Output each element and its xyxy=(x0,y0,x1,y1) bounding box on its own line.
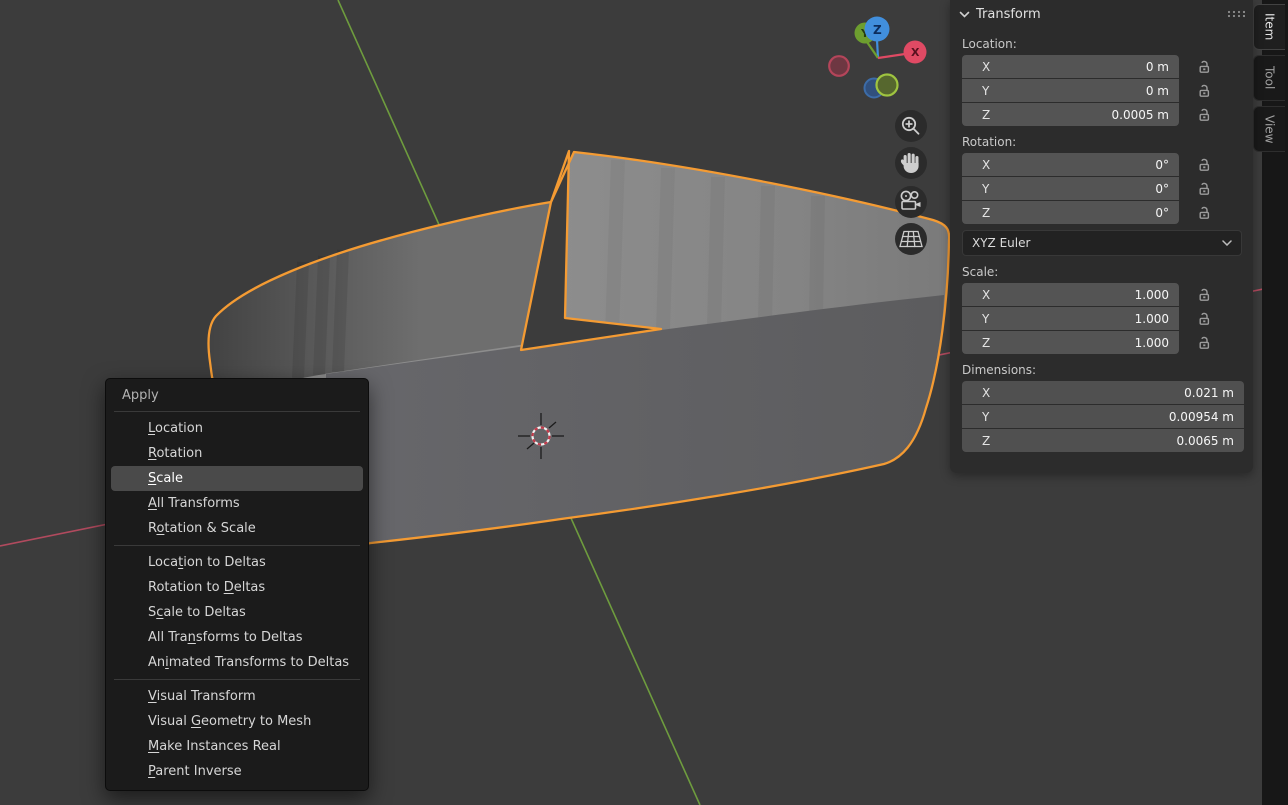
navigation-gizmo[interactable]: Y Z X xyxy=(829,17,926,98)
svg-text:X: X xyxy=(911,46,920,59)
menu-separator xyxy=(114,679,360,680)
camera-view-button[interactable] xyxy=(895,186,927,218)
unlock-icon[interactable] xyxy=(1196,311,1212,327)
menu-item-rotation-scale[interactable]: Rotation & Scale xyxy=(111,516,363,541)
menu-item-location-to-deltas[interactable]: Location to Deltas xyxy=(111,550,363,575)
menu-item-all-transforms[interactable]: All Transforms xyxy=(111,491,363,516)
unlock-icon[interactable] xyxy=(1196,107,1212,123)
scale-y-field[interactable]: Y 1.000 xyxy=(962,307,1179,330)
field-value: 0° xyxy=(1155,182,1169,196)
menu-item-animated-transforms-to-deltas[interactable]: Animated Transforms to Deltas xyxy=(111,650,363,675)
menu-separator xyxy=(114,545,360,546)
rotation-fields: X 0° Y 0° Z 0° xyxy=(962,153,1253,224)
menu-item-parent-inverse[interactable]: Parent Inverse xyxy=(111,759,363,784)
dimensions-fields: X 0.021 m Y 0.00954 m Z 0.0065 m xyxy=(962,381,1253,452)
axis-label: X xyxy=(982,386,990,400)
tab-tool[interactable]: Tool xyxy=(1253,55,1285,101)
svg-text:Z: Z xyxy=(873,23,882,37)
menu-item-make-instances-real[interactable]: Make Instances Real xyxy=(111,734,363,759)
axis-label: Z xyxy=(982,434,990,448)
unlock-icon[interactable] xyxy=(1196,205,1212,221)
location-fields: X 0 m Y 0 m Z 0.0005 m xyxy=(962,55,1253,126)
menu-item-scale[interactable]: Scale xyxy=(111,466,363,491)
viewport-nav-buttons xyxy=(895,110,927,255)
pan-button[interactable] xyxy=(895,147,927,179)
gizmo-axis-neg-y[interactable] xyxy=(877,75,898,96)
menu-item-all-transforms-to-deltas[interactable]: All Transforms to Deltas xyxy=(111,625,363,650)
tab-view[interactable]: View xyxy=(1253,106,1285,152)
transform-panel-header[interactable]: Transform xyxy=(950,0,1253,28)
zoom-button[interactable] xyxy=(895,110,927,142)
unlock-icon[interactable] xyxy=(1196,287,1212,303)
menu-item-visual-geometry-to-mesh[interactable]: Visual Geometry to Mesh xyxy=(111,709,363,734)
axis-label: Y xyxy=(982,410,989,424)
rotation-z-field[interactable]: Z 0° xyxy=(962,201,1179,224)
blender-3d-viewport: Y Z X xyxy=(0,0,1288,805)
field-value: 1.000 xyxy=(1135,336,1169,350)
axis-label: Z xyxy=(982,108,990,122)
axis-label: X xyxy=(982,158,990,172)
gizmo-axis-neg-x[interactable] xyxy=(829,56,849,76)
sidebar-tabs: Item Tool View xyxy=(1253,4,1286,157)
rotation-mode-dropdown[interactable]: XYZ Euler xyxy=(962,230,1242,256)
unlock-icon[interactable] xyxy=(1196,335,1212,351)
axis-label: X xyxy=(982,288,990,302)
unlock-icon[interactable] xyxy=(1196,157,1212,173)
unlock-icon[interactable] xyxy=(1196,59,1212,75)
location-z-field[interactable]: Z 0.0005 m xyxy=(962,103,1179,126)
rotation-label: Rotation: xyxy=(962,135,1253,149)
dimensions-z-field[interactable]: Z 0.0065 m xyxy=(962,429,1244,452)
axis-label: Y xyxy=(982,182,989,196)
scale-x-field[interactable]: X 1.000 xyxy=(962,283,1179,306)
menu-separator xyxy=(114,411,360,412)
rotation-mode-value: XYZ Euler xyxy=(972,236,1030,250)
transform-panel: Transform Location: X0 m Y0 m Z0.0005 m … xyxy=(950,0,1253,473)
scale-fields: X 1.000 Y 1.000 Z 1.000 xyxy=(962,283,1253,354)
field-value: 0° xyxy=(1155,206,1169,220)
rotation-y-field[interactable]: Y 0° xyxy=(962,177,1179,200)
rotation-x-field[interactable]: X 0° xyxy=(962,153,1179,176)
unlock-icon[interactable] xyxy=(1196,83,1212,99)
field-value: 1.000 xyxy=(1135,312,1169,326)
field-value: 0.021 m xyxy=(1184,386,1234,400)
field-value: 1.000 xyxy=(1135,288,1169,302)
menu-title: Apply xyxy=(106,384,368,407)
tab-item[interactable]: Item xyxy=(1253,4,1285,50)
field-value: 0 m xyxy=(1146,84,1169,98)
field-value: 0.00954 m xyxy=(1169,410,1234,424)
location-y-field[interactable]: Y 0 m xyxy=(962,79,1179,102)
axis-label: X xyxy=(982,60,990,74)
unlock-icon[interactable] xyxy=(1196,181,1212,197)
axis-label: Y xyxy=(982,84,989,98)
chevron-down-icon xyxy=(1222,240,1232,246)
panel-grip-icon[interactable] xyxy=(1227,10,1245,18)
field-value: 0° xyxy=(1155,158,1169,172)
location-label: Location: xyxy=(962,37,1253,51)
axis-label: Z xyxy=(982,206,990,220)
axis-label: Y xyxy=(982,312,989,326)
gizmo-axis-x[interactable]: X xyxy=(904,41,927,64)
menu-item-rotation-to-deltas[interactable]: Rotation to Deltas xyxy=(111,575,363,600)
chevron-down-icon xyxy=(959,11,970,18)
field-value: 0.0065 m xyxy=(1177,434,1235,448)
menu-item-visual-transform[interactable]: Visual Transform xyxy=(111,684,363,709)
location-x-field[interactable]: X 0 m xyxy=(962,55,1179,78)
toggle-orthographic-button[interactable] xyxy=(895,223,927,255)
menu-item-location[interactable]: Location xyxy=(111,416,363,441)
menu-item-scale-to-deltas[interactable]: Scale to Deltas xyxy=(111,600,363,625)
axis-label: Z xyxy=(982,336,990,350)
panel-title: Transform xyxy=(976,7,1227,22)
menu-item-list: LocationRotationScaleAll TransformsRotat… xyxy=(106,416,368,784)
dimensions-x-field[interactable]: X 0.021 m xyxy=(962,381,1244,404)
scale-z-field[interactable]: Z 1.000 xyxy=(962,331,1179,354)
gizmo-axis-z[interactable]: Z xyxy=(865,17,890,42)
scale-label: Scale: xyxy=(962,265,1253,279)
field-value: 0.0005 m xyxy=(1112,108,1170,122)
menu-item-rotation[interactable]: Rotation xyxy=(111,441,363,466)
field-value: 0 m xyxy=(1146,60,1169,74)
apply-context-menu: Apply LocationRotationScaleAll Transform… xyxy=(105,378,369,791)
dimensions-y-field[interactable]: Y 0.00954 m xyxy=(962,405,1244,428)
dimensions-label: Dimensions: xyxy=(962,363,1253,377)
